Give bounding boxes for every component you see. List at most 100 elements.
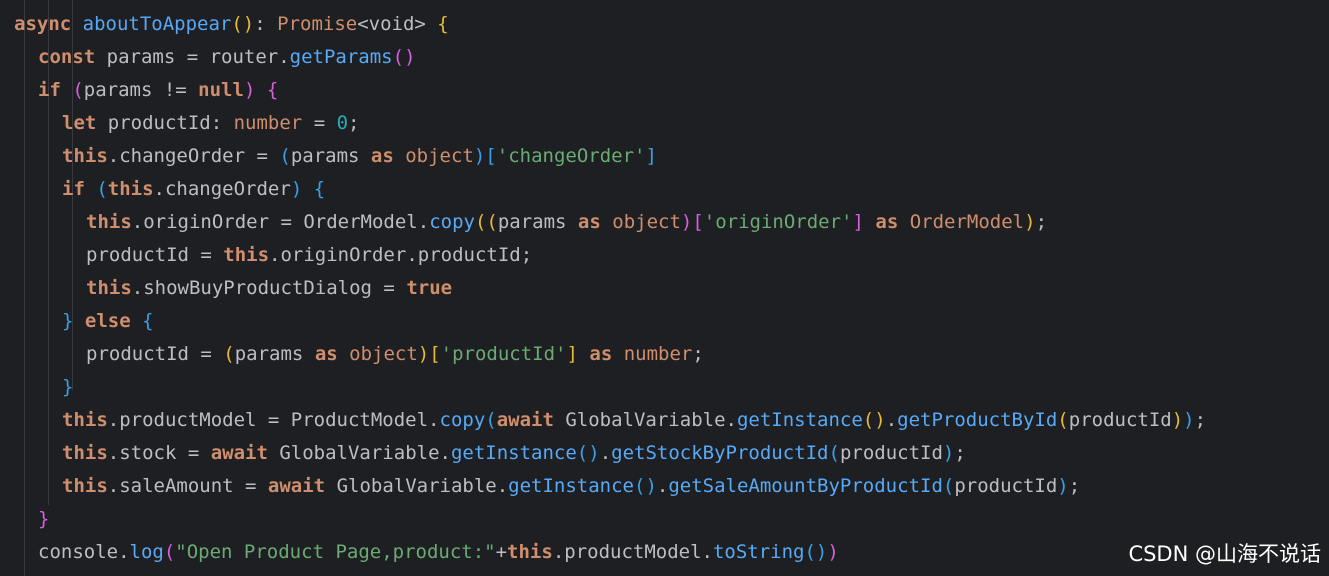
code-token: }: [38, 508, 50, 530]
code-token: .originOrder = OrderModel.: [131, 211, 430, 233]
code-token: const: [38, 46, 107, 68]
code-line[interactable]: this.showBuyProductDialog = true: [86, 272, 452, 305]
code-token: number: [623, 343, 693, 365]
code-token: params: [290, 145, 371, 167]
code-token: Promise: [277, 13, 358, 35]
code-line[interactable]: productId = this.originOrder.productId;: [86, 239, 532, 272]
code-token: toString: [712, 541, 805, 563]
code-token: await: [496, 409, 566, 431]
code-token: if: [62, 178, 97, 200]
code-token: ]: [852, 211, 876, 233]
code-token: (: [279, 145, 291, 167]
code-token: (: [485, 409, 497, 431]
code-token: async: [14, 13, 83, 35]
code-token: copy: [439, 409, 486, 431]
code-token: .originOrder.productId;: [269, 244, 533, 266]
code-token: ): [243, 79, 267, 101]
code-token: true: [406, 277, 453, 299]
code-token: +: [495, 541, 508, 563]
code-token: (: [72, 79, 84, 101]
code-token: else: [84, 310, 143, 332]
code-token: (): [804, 541, 828, 563]
code-token: }: [62, 310, 85, 332]
code-token: if: [38, 79, 73, 101]
code-token: }: [62, 376, 74, 398]
code-token: (): [231, 13, 255, 35]
code-token: (: [828, 442, 840, 464]
code-token: (): [634, 475, 657, 497]
code-token: {: [437, 13, 449, 35]
code-token: ]: [566, 343, 590, 365]
code-line[interactable]: const params = router.getParams(): [38, 41, 416, 74]
code-token: ;: [1035, 211, 1048, 233]
code-token: .: [599, 442, 612, 464]
code-token: OrderModel: [909, 211, 1025, 233]
code-line[interactable]: let productId: number = 0;: [62, 107, 359, 140]
code-token: ): [1057, 475, 1069, 497]
code-token: {: [313, 178, 326, 200]
code-token: 'originOrder': [703, 211, 853, 233]
code-token: let: [62, 112, 108, 134]
code-line[interactable]: console.log("Open Product Page,product:"…: [38, 536, 839, 569]
code-token: (): [392, 46, 416, 68]
code-line[interactable]: if (params != null) {: [38, 74, 278, 107]
code-token: (: [163, 541, 176, 563]
code-token: this: [62, 442, 108, 464]
code-token: (: [1057, 409, 1069, 431]
code-token: ): [1183, 409, 1195, 431]
code-line[interactable]: }: [62, 371, 73, 404]
code-token: 'productId': [440, 343, 567, 365]
code-line[interactable]: this.saleAmount = await GlobalVariable.g…: [62, 470, 1080, 503]
code-token: GlobalVariable.: [336, 475, 509, 497]
code-line[interactable]: this.stock = await GlobalVariable.getIns…: [62, 437, 966, 470]
code-token: ): [1171, 409, 1184, 431]
code-line[interactable]: } else {: [62, 305, 154, 338]
code-token: .stock =: [107, 442, 211, 464]
code-token: getInstance: [508, 475, 634, 497]
code-token: await: [210, 442, 280, 464]
code-token: productId: [954, 475, 1058, 497]
code-token: "Open Product Page,product:": [175, 541, 496, 563]
code-token: this: [62, 475, 108, 497]
code-token: {: [266, 79, 279, 101]
code-token: ;: [954, 442, 966, 464]
code-token: as: [370, 145, 406, 167]
code-token: aboutToAppear: [82, 13, 232, 35]
code-token: params: [497, 211, 578, 233]
code-token: this: [86, 277, 132, 299]
code-token: getInstance: [450, 442, 577, 464]
code-token: ]: [645, 145, 657, 167]
code-token: GlobalVariable.: [279, 442, 451, 464]
code-line[interactable]: this.changeOrder = (params as object)['c…: [62, 140, 657, 173]
code-line[interactable]: async aboutToAppear(): Promise<void> {: [14, 8, 449, 41]
code-token: (: [96, 178, 108, 200]
code-token: this: [62, 409, 108, 431]
code-token: ): [827, 541, 839, 563]
code-token: (: [942, 475, 955, 497]
code-token: .: [885, 409, 898, 431]
code-token: 0: [336, 112, 349, 134]
code-editor[interactable]: async aboutToAppear(): Promise<void> {co…: [0, 0, 1329, 576]
code-line[interactable]: productId = (params as object)['productI…: [86, 338, 704, 371]
code-token: .saleAmount =: [107, 475, 268, 497]
code-token: as: [875, 211, 910, 233]
code-token: object: [405, 145, 474, 167]
code-token: object: [612, 211, 681, 233]
code-token: params = router.: [106, 46, 290, 68]
code-token: )[: [680, 211, 704, 233]
code-token: this: [107, 178, 154, 200]
code-token: .productModel = ProductModel.: [107, 409, 440, 431]
code-line[interactable]: this.productModel = ProductModel.copy(aw…: [62, 404, 1206, 437]
code-line[interactable]: this.originOrder = OrderModel.copy((para…: [86, 206, 1047, 239]
code-token: .showBuyProductDialog =: [131, 277, 407, 299]
code-token: as: [589, 343, 624, 365]
csdn-watermark: CSDN @山海不说话: [1128, 542, 1321, 566]
code-token: ;: [1068, 475, 1081, 497]
code-token: getInstance: [736, 409, 863, 431]
code-token: productId =: [86, 244, 224, 266]
code-line[interactable]: }: [38, 503, 49, 536]
indent-guide-1: [24, 0, 25, 576]
code-line[interactable]: if (this.changeOrder) {: [62, 173, 325, 206]
code-token: ;: [348, 112, 360, 134]
code-token: number: [233, 112, 303, 134]
